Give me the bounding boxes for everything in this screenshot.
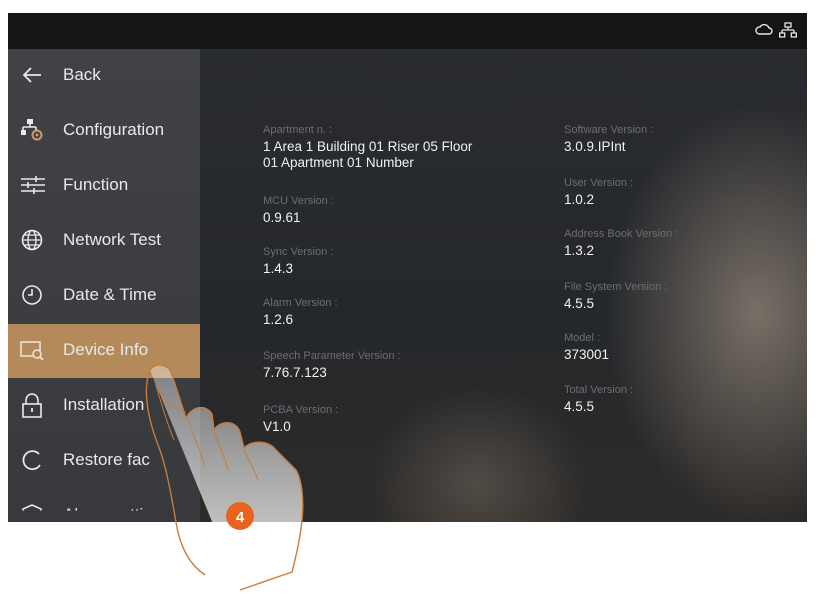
info-file-system-version: File System Version : 4.5.5 xyxy=(564,280,807,312)
restore-icon xyxy=(20,448,44,472)
info-value: 4.5.5 xyxy=(564,296,595,311)
arrow-left-icon xyxy=(20,63,44,87)
sidebar-item-network-test[interactable]: Network Test xyxy=(8,214,200,268)
info-address-book-version: Address Book Version : 1.3.2 xyxy=(564,227,807,259)
sidebar-item-configuration[interactable]: Configuration xyxy=(8,104,200,158)
sidebar-item-label: Restore fac xyxy=(63,450,150,469)
info-apartment: Apartment n. : 1 Area 1 Building 01 Rise… xyxy=(263,123,543,171)
sidebar-item-date-time[interactable]: Date & Time xyxy=(8,269,200,323)
info-key: Alarm Version : xyxy=(263,297,338,309)
info-user-version: User Version : 1.0.2 xyxy=(564,176,807,208)
settings-sidebar: Back Configuration Function Network Test… xyxy=(8,49,200,522)
info-value: 7.76.7.123 xyxy=(263,365,327,380)
info-software-version: Software Version : 3.0.9.IPInt xyxy=(564,123,807,155)
configuration-icon xyxy=(20,118,44,142)
info-value: 4.5.5 xyxy=(564,399,595,414)
shield-icon xyxy=(20,503,44,511)
lock-icon xyxy=(20,393,44,418)
sidebar-item-label: Device Info xyxy=(63,340,149,359)
info-value: 1.0.2 xyxy=(564,192,595,207)
globe-icon xyxy=(20,228,44,252)
info-key: File System Version : xyxy=(564,281,668,293)
info-value: 1.2.6 xyxy=(263,312,294,327)
device-info-icon xyxy=(20,338,44,362)
info-pcba-version: PCBA Version : V1.0 xyxy=(263,403,543,435)
sidebar-item-restore[interactable]: Restore fac xyxy=(8,434,200,488)
sidebar-item-label: Back xyxy=(63,65,101,84)
info-mcu-version: MCU Version : 0.9.61 xyxy=(263,194,543,226)
info-speech-parameter-version: Speech Parameter Version : 7.76.7.123 xyxy=(263,349,543,381)
info-value: 1.4.3 xyxy=(263,261,294,276)
info-key: Software Version : xyxy=(564,124,654,136)
sidebar-item-device-info[interactable]: Device Info xyxy=(8,324,200,378)
info-total-version: Total Version : 4.5.5 xyxy=(564,383,807,415)
sidebar-item-label: Alarm setti xyxy=(63,505,144,522)
info-key: Apartment n. : xyxy=(263,124,333,136)
info-sync-version: Sync Version : 1.4.3 xyxy=(263,245,543,277)
sliders-icon xyxy=(20,173,45,197)
info-key: PCBA Version : xyxy=(263,404,339,416)
info-key: MCU Version : xyxy=(263,195,334,207)
info-alarm-version: Alarm Version : 1.2.6 xyxy=(263,296,543,328)
sidebar-item-alarm[interactable]: Alarm setti xyxy=(8,489,200,522)
info-value: 3.0.9.IPInt xyxy=(564,139,626,154)
status-bar xyxy=(8,13,807,49)
info-key: Address Book Version : xyxy=(564,228,679,240)
info-value: 1.3.2 xyxy=(564,243,595,258)
sidebar-item-installation[interactable]: Installation xyxy=(8,379,200,433)
info-value: 0.9.61 xyxy=(263,210,301,225)
cloud-icon xyxy=(755,22,773,38)
sidebar-item-label: Date & Time xyxy=(63,285,157,304)
network-icon xyxy=(779,22,797,38)
info-value: V1.0 xyxy=(263,419,291,434)
info-key: Speech Parameter Version : xyxy=(263,350,401,362)
info-value: 1 Area 1 Building 01 Riser 05 Floor 01 A… xyxy=(263,139,473,170)
info-model: Model : 373001 xyxy=(564,331,807,363)
info-key: User Version : xyxy=(564,177,634,189)
sidebar-item-label: Function xyxy=(63,175,129,194)
info-key: Sync Version : xyxy=(263,246,334,258)
sidebar-item-back[interactable]: Back xyxy=(8,49,200,103)
sidebar-item-function[interactable]: Function xyxy=(8,159,200,213)
info-key: Model : xyxy=(564,332,601,344)
info-key: Total Version : xyxy=(564,384,634,396)
sidebar-item-label: Configuration xyxy=(63,120,165,139)
sidebar-item-label: Installation xyxy=(63,395,145,414)
device-screen: Back Configuration Function Network Test… xyxy=(8,13,807,522)
sidebar-item-label: Network Test xyxy=(63,230,161,249)
info-value: 373001 xyxy=(564,347,610,362)
clock-icon xyxy=(20,283,44,307)
